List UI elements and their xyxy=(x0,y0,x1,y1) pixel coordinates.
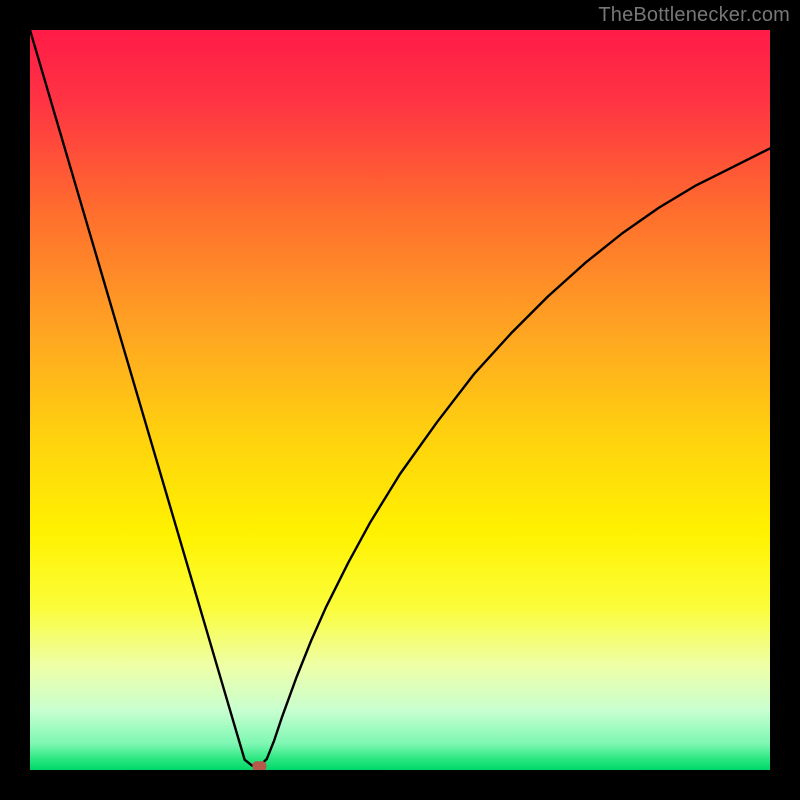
attribution-label: TheBottlenecker.com xyxy=(598,4,790,27)
gradient-background xyxy=(30,30,770,770)
chart-svg xyxy=(30,30,770,770)
optimal-marker xyxy=(252,761,266,770)
chart-container: TheBottlenecker.com xyxy=(0,0,800,800)
plot-area xyxy=(30,30,770,770)
